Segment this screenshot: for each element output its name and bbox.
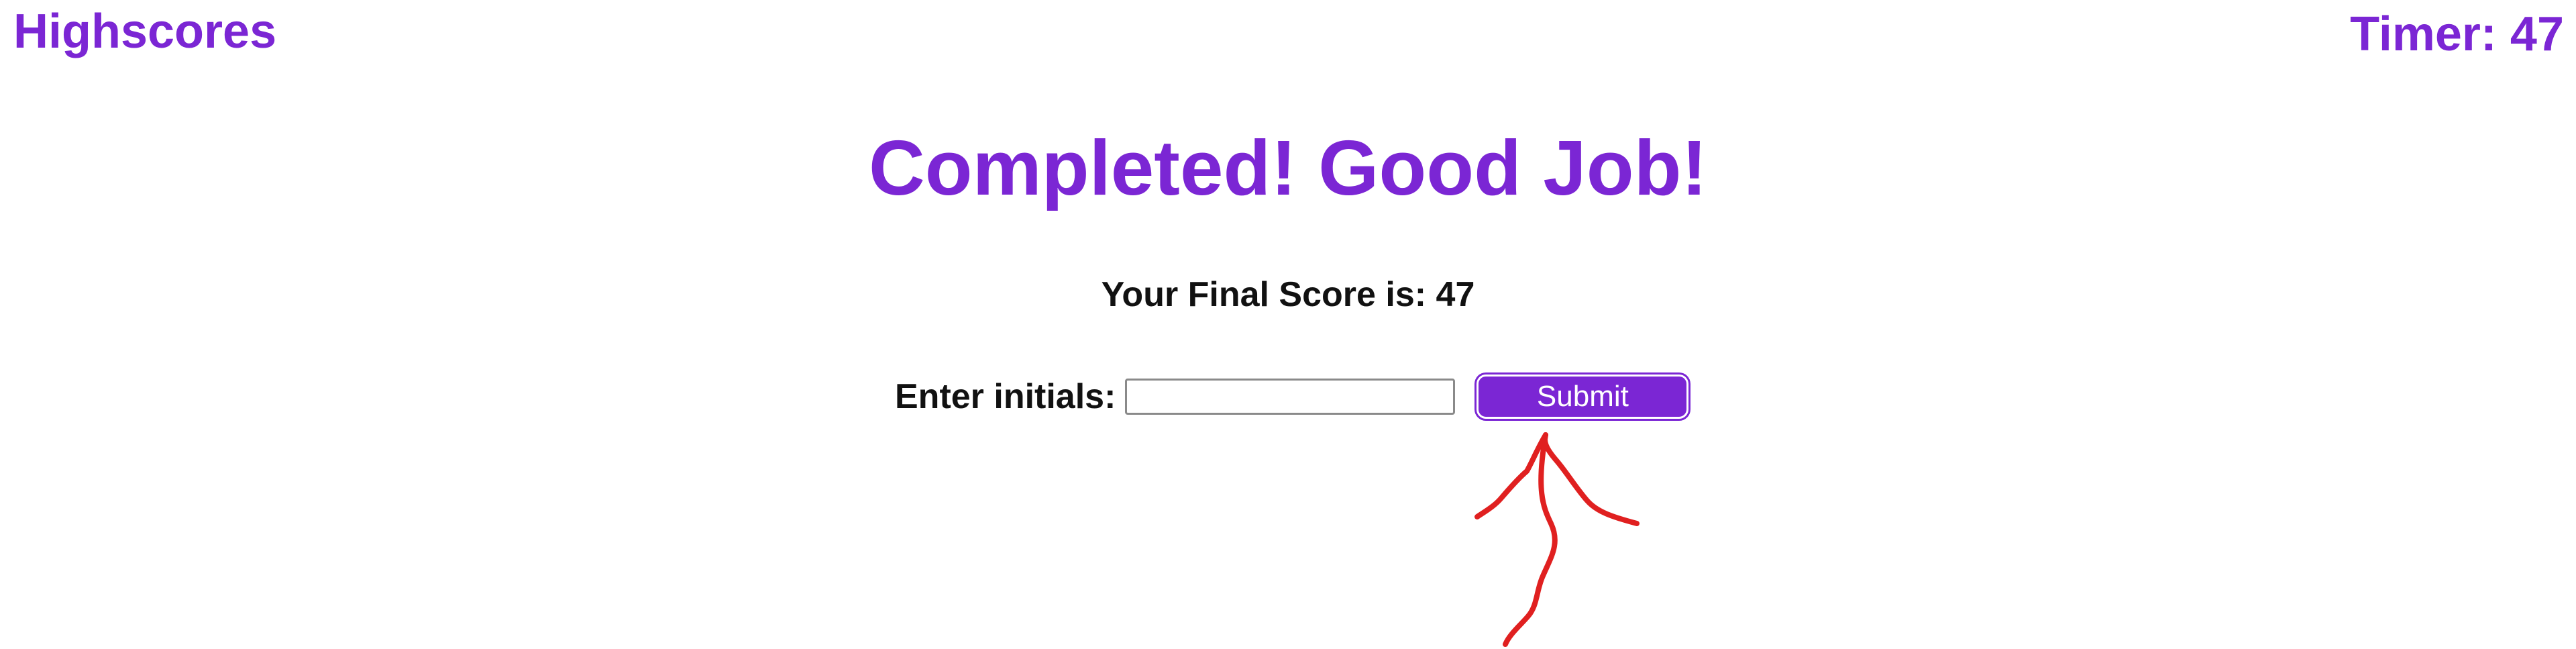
highscores-link[interactable]: Highscores: [13, 1, 276, 62]
arrow-head-left: [1474, 432, 1548, 519]
initials-form: Enter initials: Submit: [895, 373, 1689, 420]
completion-heading: Completed! Good Job!: [868, 124, 1708, 211]
final-score-text: Your Final Score is: 47: [1101, 275, 1475, 314]
submit-button[interactable]: Submit: [1477, 375, 1689, 419]
header-bar: Highscores Timer: 47: [0, 0, 2576, 74]
timer-display: Timer: 47: [2350, 7, 2564, 61]
initials-label: Enter initials:: [895, 377, 1116, 416]
hand-drawn-arrow-icon: [1474, 432, 1640, 647]
arrow-head-right: [1542, 432, 1640, 526]
initials-input[interactable]: [1125, 379, 1456, 415]
